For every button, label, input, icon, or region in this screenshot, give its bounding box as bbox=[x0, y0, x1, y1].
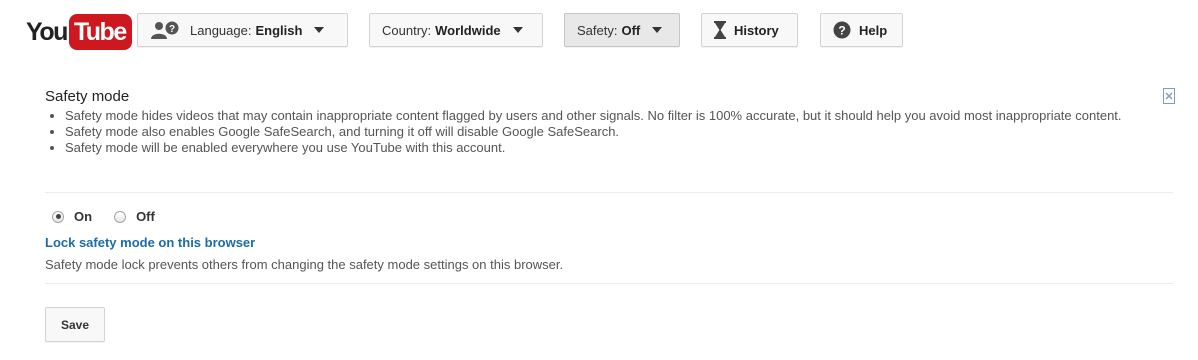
country-button[interactable]: Country: Worldwide bbox=[369, 13, 543, 47]
radio-off[interactable] bbox=[114, 210, 127, 223]
country-value: Worldwide bbox=[435, 22, 501, 38]
chevron-down-icon bbox=[512, 27, 523, 33]
language-button[interactable]: ? Language: English bbox=[137, 13, 348, 47]
divider bbox=[45, 283, 1173, 284]
radio-off-label[interactable]: Off bbox=[136, 209, 155, 224]
language-label: Language: bbox=[190, 22, 252, 38]
safety-value: Off bbox=[621, 22, 641, 38]
country-label: Country: bbox=[382, 22, 432, 38]
divider bbox=[45, 192, 1173, 193]
safety-mode-info-list: Safety mode hides videos that may contai… bbox=[45, 108, 1195, 156]
help-button[interactable]: ? Help bbox=[820, 13, 903, 47]
safety-button[interactable]: Safety: Off bbox=[564, 13, 680, 47]
logo-you-text: You bbox=[26, 18, 68, 46]
history-label: History bbox=[734, 22, 779, 38]
svg-text:?: ? bbox=[838, 24, 845, 38]
chevron-down-icon bbox=[314, 27, 325, 33]
list-item: Safety mode also enables Google SafeSear… bbox=[65, 124, 1195, 140]
help-label: Help bbox=[859, 22, 888, 38]
question-circle-icon: ? bbox=[833, 21, 851, 39]
safety-mode-title: Safety mode bbox=[45, 88, 130, 105]
people-help-icon: ? bbox=[150, 20, 182, 40]
language-value: English bbox=[255, 22, 303, 38]
save-button[interactable]: Save bbox=[45, 307, 105, 342]
logo-tube-text: Tube bbox=[68, 14, 132, 50]
radio-on[interactable] bbox=[52, 210, 64, 223]
list-item: Safety mode will be enabled everywhere y… bbox=[65, 140, 1195, 156]
lock-safety-mode-description: Safety mode lock prevents others from ch… bbox=[45, 257, 564, 272]
close-icon[interactable] bbox=[1163, 88, 1175, 104]
lock-safety-mode-link[interactable]: Lock safety mode on this browser bbox=[45, 235, 255, 250]
radio-on-label[interactable]: On bbox=[74, 209, 92, 224]
youtube-logo[interactable]: You Tube bbox=[26, 14, 132, 50]
history-button[interactable]: History bbox=[701, 13, 798, 47]
svg-text:?: ? bbox=[169, 24, 175, 35]
safety-label: Safety: bbox=[577, 22, 618, 38]
list-item: Safety mode hides videos that may contai… bbox=[65, 108, 1195, 124]
safety-mode-options: On Off bbox=[52, 209, 177, 224]
chevron-down-icon bbox=[652, 27, 663, 33]
hourglass-icon bbox=[714, 21, 726, 39]
